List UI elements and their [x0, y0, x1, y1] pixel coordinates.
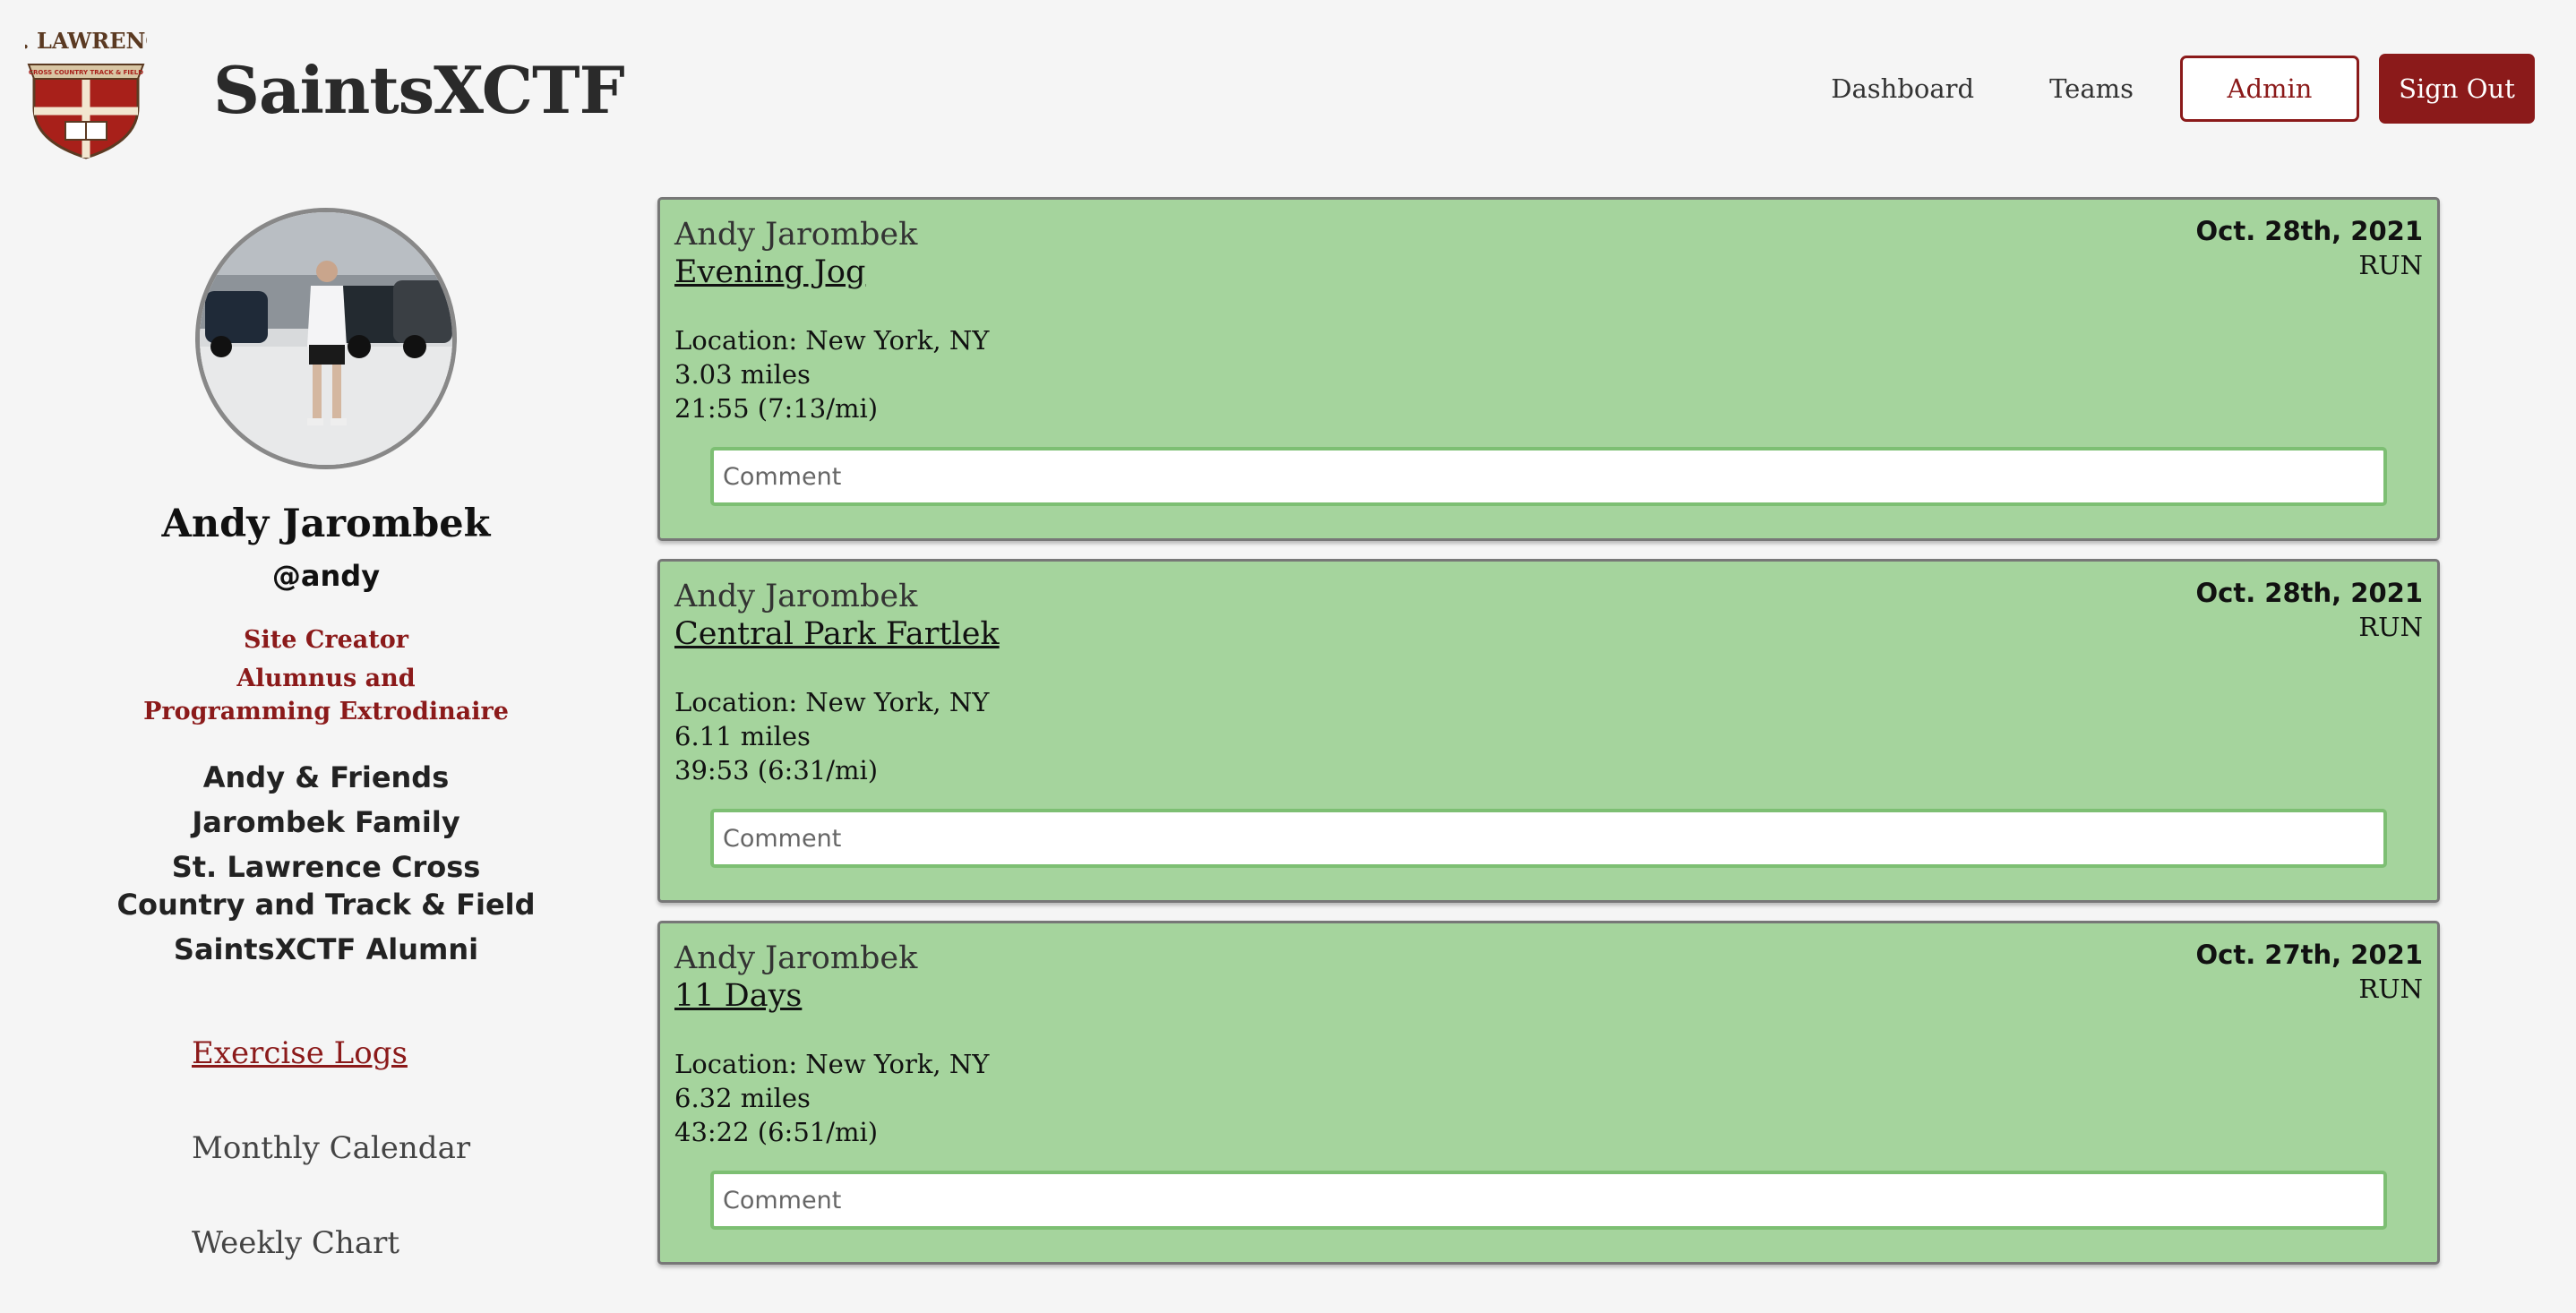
log-author[interactable]: Andy Jarombek: [674, 578, 2423, 615]
log-title[interactable]: Central Park Fartlek: [674, 615, 2423, 653]
log-details: Location: New York, NY 6.11 miles 39:53 …: [674, 685, 2423, 787]
site-title[interactable]: SaintsXCTF: [213, 52, 625, 128]
exercise-logs-link[interactable]: Exercise Logs: [192, 1028, 470, 1123]
profile-view-nav: Exercise Logs Monthly Calendar Weekly Ch…: [192, 1028, 470, 1313]
admin-button[interactable]: Admin: [2180, 56, 2359, 122]
log-details: Location: New York, NY 3.03 miles 21:55 …: [674, 323, 2423, 425]
weekly-chart-link[interactable]: Weekly Chart: [192, 1218, 470, 1313]
log-date: Oct. 28th, 2021: [2195, 578, 2423, 608]
exercise-log-card: Andy Jarombek 11 Days Oct. 27th, 2021 RU…: [657, 921, 2440, 1265]
log-distance: 6.32 miles: [674, 1083, 811, 1113]
sign-out-button[interactable]: Sign Out: [2379, 54, 2535, 124]
flair-badge: Site Creator: [244, 626, 408, 654]
log-type: RUN: [2358, 974, 2423, 1004]
profile-avatar: [195, 208, 457, 469]
group-link[interactable]: St. Lawrence Cross Country and Track & F…: [90, 848, 562, 923]
svg-text:CROSS COUNTRY TRACK & FIELD: CROSS COUNTRY TRACK & FIELD: [29, 69, 143, 76]
log-title[interactable]: Evening Jog: [674, 253, 2423, 291]
log-author[interactable]: Andy Jarombek: [674, 940, 2423, 977]
log-details: Location: New York, NY 6.32 miles 43:22 …: [674, 1047, 2423, 1149]
log-date: Oct. 28th, 2021: [2195, 216, 2423, 246]
flair-badge: Alumnus and Programming Extrodinaire: [143, 665, 509, 725]
exercise-log-card: Andy Jarombek Central Park Fartlek Oct. …: [657, 559, 2440, 903]
profile-username: @andy: [271, 559, 381, 593]
svg-text:ST. LAWRENCE: ST. LAWRENCE: [25, 28, 147, 54]
log-author[interactable]: Andy Jarombek: [674, 216, 2423, 253]
log-location: Location: New York, NY: [674, 1049, 990, 1079]
log-title[interactable]: 11 Days: [674, 977, 2423, 1015]
comment-input[interactable]: [710, 1171, 2387, 1230]
log-date: Oct. 27th, 2021: [2195, 940, 2423, 970]
profile-name: Andy Jarombek: [161, 502, 491, 546]
log-time: 43:22 (6:51/mi): [674, 1117, 879, 1147]
monthly-calendar-link[interactable]: Monthly Calendar: [192, 1123, 470, 1218]
group-link[interactable]: Andy & Friends: [90, 759, 562, 796]
exercise-log-card: Andy Jarombek Evening Jog Oct. 28th, 202…: [657, 197, 2440, 541]
log-type: RUN: [2358, 250, 2423, 280]
group-link[interactable]: Jarombek Family: [90, 803, 562, 841]
group-list: Andy & Friends Jarombek Family St. Lawre…: [90, 759, 562, 968]
comment-input[interactable]: [710, 447, 2387, 506]
log-location: Location: New York, NY: [674, 325, 990, 356]
exercise-log-feed: Andy Jarombek Evening Jog Oct. 28th, 202…: [657, 197, 2440, 1283]
flair-list: Site Creator Alumnus and Programming Ext…: [90, 623, 562, 728]
log-type: RUN: [2358, 612, 2423, 642]
comment-input[interactable]: [710, 809, 2387, 868]
log-distance: 6.11 miles: [674, 721, 811, 751]
nav-teams-link[interactable]: Teams: [2012, 54, 2171, 124]
log-location: Location: New York, NY: [674, 687, 990, 717]
log-time: 39:53 (6:31/mi): [674, 755, 879, 785]
log-time: 21:55 (7:13/mi): [674, 393, 879, 424]
group-link[interactable]: SaintsXCTF Alumni: [90, 931, 562, 968]
nav-dashboard-link[interactable]: Dashboard: [1793, 54, 2012, 124]
log-distance: 3.03 miles: [674, 359, 811, 390]
st-lawrence-logo[interactable]: ST. LAWRENCE CROSS COUNTRY TRACK & FIELD: [0, 21, 179, 159]
profile-sidebar: Andy Jarombek @andy Site Creator Alumnus…: [90, 204, 562, 975]
top-nav: Dashboard Teams Admin Sign Out: [1793, 54, 2535, 124]
